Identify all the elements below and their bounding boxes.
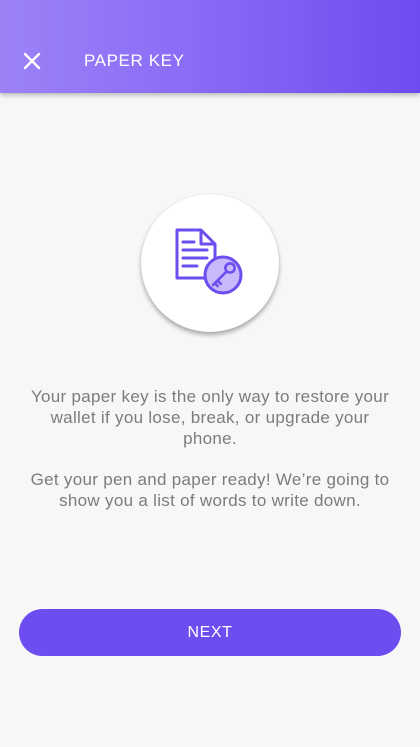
next-button[interactable]: NEXT bbox=[19, 609, 401, 656]
paper-key-illustration bbox=[141, 194, 279, 332]
page-title: PAPER KEY bbox=[84, 51, 185, 70]
app-header: PAPER KEY bbox=[0, 0, 420, 93]
paper-key-icon bbox=[175, 228, 243, 295]
paper-key-explanation: Your paper key is the only way to restor… bbox=[30, 387, 390, 448]
paper-key-instructions: Get your pen and paper ready! We’re goin… bbox=[30, 470, 390, 510]
close-button[interactable] bbox=[20, 49, 44, 73]
close-icon bbox=[23, 52, 41, 70]
